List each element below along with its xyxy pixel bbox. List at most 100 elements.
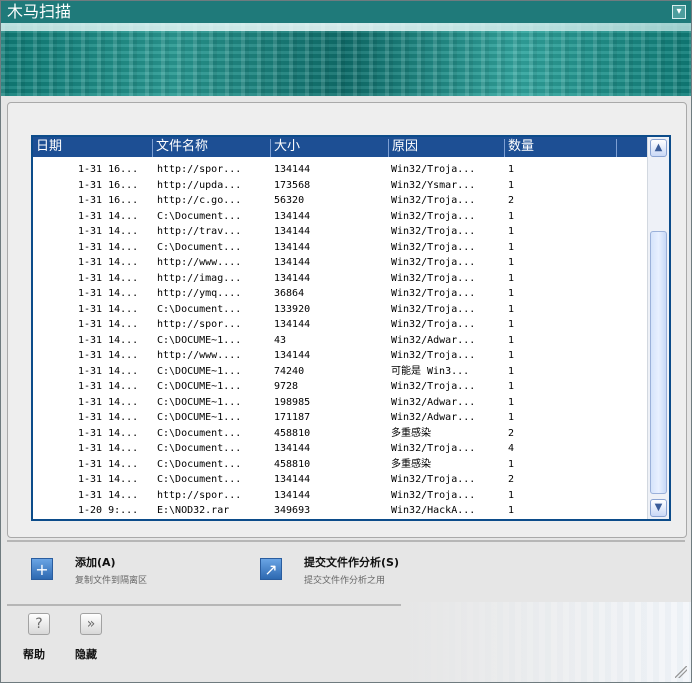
external-link-icon[interactable]: ↗: [260, 558, 282, 580]
size-cell: 173568: [274, 179, 311, 191]
table-row[interactable]: 1-31 14... C:\DOCUME~1... 171187 Win32/A…: [33, 410, 647, 426]
scan-results-list[interactable]: 日期 文件名称 大小 原因 数量 1-31 16... http://spor.…: [31, 135, 671, 521]
size-cell: 134144: [274, 226, 311, 237]
date-cell: 1-31 14...: [78, 489, 139, 501]
count-cell: 1: [508, 458, 515, 470]
size-cell: 171187: [274, 412, 311, 423]
date-cell: 1-31 14...: [78, 210, 139, 222]
table-row[interactable]: 1-31 14... C:\Document... 133920 Win32/T…: [33, 302, 647, 318]
date-cell: 1-31 14...: [78, 257, 139, 268]
table-row[interactable]: 1-31 14... C:\Document... 134144 Win32/T…: [33, 472, 647, 488]
size-cell: 43: [274, 334, 287, 346]
table-row[interactable]: 1-31 14... C:\DOCUME~1... 9728 Win32/Tro…: [33, 379, 647, 395]
table-row[interactable]: 1-31 14... C:\Document... 134144 Win32/T…: [33, 240, 647, 256]
add-action[interactable]: + 添加(A) 复制文件到隔离区: [31, 542, 211, 592]
submit-analysis-action[interactable]: ↗ 提交文件作分析(S) 提交文件作分析之用: [260, 542, 470, 592]
date-cell: 1-31 14...: [78, 381, 139, 392]
file-name-cell: C:\DOCUME~1...: [157, 381, 242, 392]
reason-cell: Win32/Troja...: [391, 210, 476, 222]
column-date[interactable]: 日期: [33, 139, 153, 157]
date-cell: 1-31 14...: [78, 474, 139, 485]
plus-icon[interactable]: +: [31, 558, 53, 580]
help-icon[interactable]: ?: [28, 613, 50, 635]
column-count[interactable]: 数量: [505, 139, 617, 157]
size-cell: 349693: [274, 505, 311, 516]
table-row[interactable]: 1-31 14... C:\DOCUME~1... 74240 可能是 Win3…: [33, 364, 647, 380]
collapse-icon[interactable]: ▾: [672, 5, 686, 19]
reason-cell: Win32/Troja...: [391, 319, 476, 330]
count-cell: 1: [508, 272, 515, 284]
table-row[interactable]: 1-31 14... http://spor... 134144 Win32/T…: [33, 488, 647, 504]
count-cell: 2: [508, 427, 515, 439]
table-row[interactable]: 1-31 16... http://spor... 134144 Win32/T…: [33, 162, 647, 178]
table-row[interactable]: 1-31 14... http://www.... 134144 Win32/T…: [33, 255, 647, 271]
table-row[interactable]: 1-31 14... C:\DOCUME~1... 198985 Win32/A…: [33, 395, 647, 411]
file-name-cell: http://spor...: [157, 164, 242, 175]
table-row[interactable]: 1-31 16... http://c.go... 56320 Win32/Tr…: [33, 193, 647, 209]
table-row[interactable]: 1-31 14... http://trav... 134144 Win32/T…: [33, 224, 647, 240]
size-cell: 133920: [274, 303, 311, 315]
help-tool[interactable]: ? 帮助: [19, 613, 59, 663]
count-cell: 1: [508, 350, 515, 361]
file-name-cell: C:\Document...: [157, 474, 242, 485]
size-cell: 134144: [274, 210, 311, 222]
size-cell: 134144: [274, 319, 311, 330]
file-name-cell: http://imag...: [157, 272, 242, 284]
table-row[interactable]: 1-31 16... http://upda... 173568 Win32/Y…: [33, 178, 647, 194]
file-name-cell: http://www....: [157, 350, 242, 361]
count-cell: 1: [508, 505, 515, 516]
date-cell: 1-31 14...: [78, 272, 139, 284]
resize-grip-icon[interactable]: [675, 666, 687, 678]
help-label[interactable]: 帮助: [23, 646, 45, 662]
count-cell: 1: [508, 319, 515, 330]
double-chevron-icon[interactable]: »: [80, 613, 102, 635]
file-name-cell: http://www....: [157, 257, 242, 268]
window-title: 木马扫描: [7, 2, 72, 21]
table-rows: 1-31 16... http://spor... 134144 Win32/T…: [33, 162, 647, 519]
scroll-thumb[interactable]: [650, 231, 667, 494]
count-cell: 1: [508, 412, 515, 423]
count-cell: 1: [508, 396, 515, 408]
file-name-cell: C:\Document...: [157, 241, 242, 253]
submit-button-label[interactable]: 提交文件作分析(S): [304, 554, 399, 570]
reason-cell: Win32/Troja...: [391, 288, 476, 299]
vertical-scrollbar[interactable]: ▲ ▼: [647, 137, 669, 519]
table-row[interactable]: 1-31 14... http://spor... 134144 Win32/T…: [33, 317, 647, 333]
file-name-cell: http://c.go...: [157, 195, 242, 206]
date-cell: 1-31 14...: [78, 412, 139, 423]
count-cell: 1: [508, 179, 515, 191]
table-row[interactable]: 1-31 14... C:\Document... 134144 Win32/T…: [33, 441, 647, 457]
table-row[interactable]: 1-31 14... C:\Document... 134144 Win32/T…: [33, 209, 647, 225]
title-bar: 木马扫描 ▾: [1, 1, 691, 23]
column-reason[interactable]: 原因: [389, 139, 505, 157]
date-cell: 1-31 16...: [78, 179, 139, 191]
date-cell: 1-31 14...: [78, 226, 139, 237]
count-cell: 1: [508, 210, 515, 222]
column-size[interactable]: 大小: [271, 139, 389, 157]
table-row[interactable]: 1-31 14... C:\DOCUME~1... 43 Win32/Adwar…: [33, 333, 647, 349]
file-name-cell: C:\Document...: [157, 458, 242, 470]
count-cell: 1: [508, 303, 515, 315]
reason-cell: Win32/Troja...: [391, 474, 476, 485]
submit-description: 提交文件作分析之用: [304, 576, 386, 586]
column-file-name[interactable]: 文件名称: [153, 139, 271, 157]
add-button-label[interactable]: 添加(A): [75, 554, 116, 570]
scroll-up-icon[interactable]: ▲: [650, 139, 667, 157]
table-row[interactable]: 1-31 14... http://ymq.... 36864 Win32/Tr…: [33, 286, 647, 302]
hide-label[interactable]: 隐藏: [75, 646, 97, 662]
table-row[interactable]: 1-31 14... C:\Document... 458810 多重感染 1: [33, 457, 647, 473]
file-name-cell: C:\Document...: [157, 443, 242, 454]
date-cell: 1-31 14...: [78, 458, 139, 470]
table-row[interactable]: 1-31 14... http://imag... 134144 Win32/T…: [33, 271, 647, 287]
size-cell: 134144: [274, 489, 311, 501]
table-row[interactable]: 1-31 14... C:\Document... 458810 多重感染 2: [33, 426, 647, 442]
table-row[interactable]: 1-20 9:... E:\NOD32.rar 349693 Win32/Hac…: [33, 503, 647, 519]
reason-cell: 多重感染: [391, 458, 431, 470]
count-cell: 1: [508, 288, 515, 299]
size-cell: 134144: [274, 272, 311, 284]
hide-tool[interactable]: » 隐藏: [71, 613, 111, 663]
size-cell: 134144: [274, 350, 311, 361]
size-cell: 134144: [274, 164, 311, 175]
table-row[interactable]: 1-31 14... http://www.... 134144 Win32/T…: [33, 348, 647, 364]
scroll-down-icon[interactable]: ▼: [650, 499, 667, 517]
